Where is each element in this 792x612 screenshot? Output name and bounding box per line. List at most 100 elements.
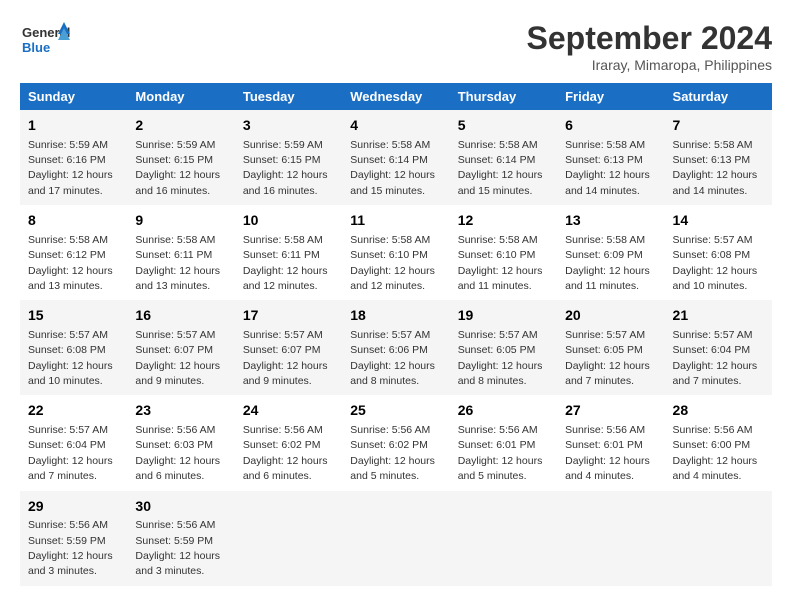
table-row: 25 Sunrise: 5:56 AM Sunset: 6:02 PM Dayl…	[342, 395, 449, 490]
sunset-info: Sunset: 6:13 PM	[565, 154, 643, 166]
daylight-info: Daylight: 12 hours and 6 minutes.	[243, 455, 328, 482]
sunset-info: Sunset: 6:10 PM	[350, 249, 428, 261]
daylight-info: Daylight: 12 hours and 11 minutes.	[458, 265, 543, 292]
table-row: 5 Sunrise: 5:58 AM Sunset: 6:14 PM Dayli…	[450, 110, 557, 205]
daylight-info: Daylight: 12 hours and 13 minutes.	[28, 265, 113, 292]
sunrise-info: Sunrise: 5:58 AM	[565, 139, 645, 151]
sunrise-info: Sunrise: 5:58 AM	[350, 234, 430, 246]
table-row: 4 Sunrise: 5:58 AM Sunset: 6:14 PM Dayli…	[342, 110, 449, 205]
sunrise-info: Sunrise: 5:56 AM	[565, 424, 645, 436]
table-row: 28 Sunrise: 5:56 AM Sunset: 6:00 PM Dayl…	[665, 395, 772, 490]
sunset-info: Sunset: 6:07 PM	[243, 344, 321, 356]
table-row: 12 Sunrise: 5:58 AM Sunset: 6:10 PM Dayl…	[450, 205, 557, 300]
sunrise-info: Sunrise: 5:56 AM	[28, 519, 108, 531]
sunset-info: Sunset: 6:00 PM	[673, 439, 751, 451]
table-row: 27 Sunrise: 5:56 AM Sunset: 6:01 PM Dayl…	[557, 395, 664, 490]
day-number: 2	[135, 116, 226, 136]
sunset-info: Sunset: 6:04 PM	[673, 344, 751, 356]
sunset-info: Sunset: 6:08 PM	[28, 344, 106, 356]
sunset-info: Sunset: 6:14 PM	[350, 154, 428, 166]
daylight-info: Daylight: 12 hours and 3 minutes.	[28, 550, 113, 577]
page-title: September 2024	[527, 20, 772, 57]
table-row	[557, 491, 664, 586]
day-number: 19	[458, 306, 549, 326]
sunrise-info: Sunrise: 5:56 AM	[135, 519, 215, 531]
sunrise-info: Sunrise: 5:56 AM	[135, 424, 215, 436]
table-row: 23 Sunrise: 5:56 AM Sunset: 6:03 PM Dayl…	[127, 395, 234, 490]
calendar-week-row: 1 Sunrise: 5:59 AM Sunset: 6:16 PM Dayli…	[20, 110, 772, 205]
sunrise-info: Sunrise: 5:59 AM	[135, 139, 215, 151]
sunrise-info: Sunrise: 5:59 AM	[28, 139, 108, 151]
daylight-info: Daylight: 12 hours and 17 minutes.	[28, 169, 113, 196]
daylight-info: Daylight: 12 hours and 12 minutes.	[350, 265, 435, 292]
sunset-info: Sunset: 6:10 PM	[458, 249, 536, 261]
sunrise-info: Sunrise: 5:57 AM	[28, 424, 108, 436]
header-wednesday: Wednesday	[342, 83, 449, 110]
daylight-info: Daylight: 12 hours and 14 minutes.	[565, 169, 650, 196]
daylight-info: Daylight: 12 hours and 8 minutes.	[350, 360, 435, 387]
sunset-info: Sunset: 6:15 PM	[243, 154, 321, 166]
page-header: General Blue September 2024 Iraray, Mima…	[20, 20, 772, 73]
table-row: 7 Sunrise: 5:58 AM Sunset: 6:13 PM Dayli…	[665, 110, 772, 205]
table-row	[665, 491, 772, 586]
daylight-info: Daylight: 12 hours and 7 minutes.	[28, 455, 113, 482]
sunset-info: Sunset: 6:11 PM	[243, 249, 320, 261]
sunset-info: Sunset: 6:12 PM	[28, 249, 106, 261]
day-number: 3	[243, 116, 334, 136]
daylight-info: Daylight: 12 hours and 15 minutes.	[458, 169, 543, 196]
sunset-info: Sunset: 5:59 PM	[28, 535, 106, 547]
page-subtitle: Iraray, Mimaropa, Philippines	[527, 57, 772, 73]
daylight-info: Daylight: 12 hours and 7 minutes.	[565, 360, 650, 387]
sunrise-info: Sunrise: 5:57 AM	[565, 329, 645, 341]
header-monday: Monday	[127, 83, 234, 110]
daylight-info: Daylight: 12 hours and 10 minutes.	[673, 265, 758, 292]
sunrise-info: Sunrise: 5:57 AM	[673, 329, 753, 341]
daylight-info: Daylight: 12 hours and 7 minutes.	[673, 360, 758, 387]
day-number: 16	[135, 306, 226, 326]
daylight-info: Daylight: 12 hours and 3 minutes.	[135, 550, 220, 577]
day-number: 6	[565, 116, 656, 136]
table-row: 18 Sunrise: 5:57 AM Sunset: 6:06 PM Dayl…	[342, 300, 449, 395]
sunrise-info: Sunrise: 5:56 AM	[458, 424, 538, 436]
table-row: 15 Sunrise: 5:57 AM Sunset: 6:08 PM Dayl…	[20, 300, 127, 395]
daylight-info: Daylight: 12 hours and 16 minutes.	[135, 169, 220, 196]
table-row: 26 Sunrise: 5:56 AM Sunset: 6:01 PM Dayl…	[450, 395, 557, 490]
sunset-info: Sunset: 6:05 PM	[458, 344, 536, 356]
day-number: 22	[28, 401, 119, 421]
table-row	[342, 491, 449, 586]
daylight-info: Daylight: 12 hours and 6 minutes.	[135, 455, 220, 482]
sunrise-info: Sunrise: 5:57 AM	[350, 329, 430, 341]
day-number: 12	[458, 211, 549, 231]
table-row: 1 Sunrise: 5:59 AM Sunset: 6:16 PM Dayli…	[20, 110, 127, 205]
table-row: 11 Sunrise: 5:58 AM Sunset: 6:10 PM Dayl…	[342, 205, 449, 300]
table-row	[450, 491, 557, 586]
day-number: 30	[135, 497, 226, 517]
header-sunday: Sunday	[20, 83, 127, 110]
sunrise-info: Sunrise: 5:57 AM	[673, 234, 753, 246]
table-row: 2 Sunrise: 5:59 AM Sunset: 6:15 PM Dayli…	[127, 110, 234, 205]
logo-svg: General Blue	[20, 20, 70, 60]
day-number: 9	[135, 211, 226, 231]
day-number: 1	[28, 116, 119, 136]
table-row: 14 Sunrise: 5:57 AM Sunset: 6:08 PM Dayl…	[665, 205, 772, 300]
sunrise-info: Sunrise: 5:59 AM	[243, 139, 323, 151]
day-number: 29	[28, 497, 119, 517]
daylight-info: Daylight: 12 hours and 9 minutes.	[243, 360, 328, 387]
sunrise-info: Sunrise: 5:58 AM	[565, 234, 645, 246]
table-row: 19 Sunrise: 5:57 AM Sunset: 6:05 PM Dayl…	[450, 300, 557, 395]
table-row: 8 Sunrise: 5:58 AM Sunset: 6:12 PM Dayli…	[20, 205, 127, 300]
title-area: September 2024 Iraray, Mimaropa, Philipp…	[527, 20, 772, 73]
sunset-info: Sunset: 6:05 PM	[565, 344, 643, 356]
sunrise-info: Sunrise: 5:56 AM	[243, 424, 323, 436]
logo: General Blue	[20, 20, 70, 60]
daylight-info: Daylight: 12 hours and 9 minutes.	[135, 360, 220, 387]
header-tuesday: Tuesday	[235, 83, 342, 110]
day-number: 23	[135, 401, 226, 421]
calendar-table: Sunday Monday Tuesday Wednesday Thursday…	[20, 83, 772, 586]
daylight-info: Daylight: 12 hours and 14 minutes.	[673, 169, 758, 196]
sunrise-info: Sunrise: 5:58 AM	[350, 139, 430, 151]
calendar-week-row: 15 Sunrise: 5:57 AM Sunset: 6:08 PM Dayl…	[20, 300, 772, 395]
table-row: 3 Sunrise: 5:59 AM Sunset: 6:15 PM Dayli…	[235, 110, 342, 205]
day-number: 28	[673, 401, 764, 421]
sunset-info: Sunset: 6:16 PM	[28, 154, 106, 166]
